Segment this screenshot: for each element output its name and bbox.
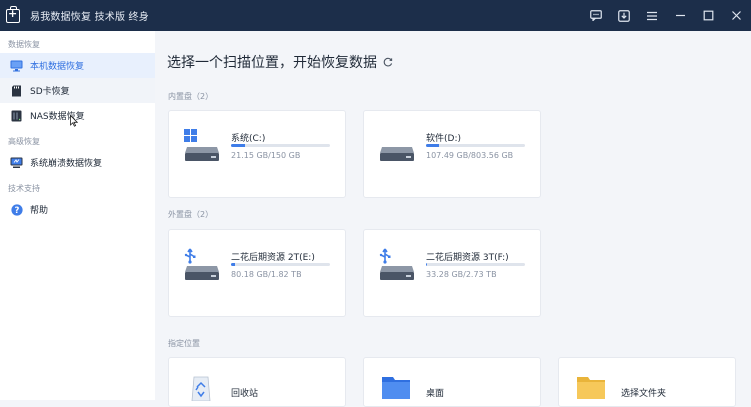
sidebar-item-sd-recovery[interactable]: SD卡恢复 [0,78,155,103]
desktop-folder-icon [382,377,410,399]
page-title-text: 选择一个扫描位置，开始恢复数据 [167,55,377,71]
drive-name: 软件(D:) [426,134,461,144]
usb-drive-icon [379,248,414,280]
drive-usage-bar [426,144,525,147]
drive-name: 二花后期资源 2T(E:) [231,253,315,263]
drive-usage-fill [426,263,428,266]
location-name: 选择文件夹 [621,389,667,399]
system-crash-icon [10,157,23,169]
drive-card-f[interactable]: 二花后期资源 3T(F:) 33.28 GB/2.73 TB [363,229,541,317]
sd-card-icon [10,85,23,97]
sidebar-item-label: 帮助 [30,206,49,216]
sidebar-item-help[interactable]: ? 帮助 [0,197,155,222]
drive-usage-bar [231,144,330,147]
sidebar-item-local-recovery[interactable]: 本机数据恢复 [0,53,155,78]
sidebar-item-label: 本机数据恢复 [30,62,85,72]
drive-usage-fill [426,144,440,147]
app-title: 易我数据恢复 技术版 终身 [30,12,149,23]
feedback-icon[interactable] [589,9,603,23]
section-title-advanced: 高级恢复 [8,137,40,146]
download-icon[interactable] [617,9,631,23]
section-title-data-recovery: 数据恢复 [8,40,40,49]
drive-usage-fill [231,144,245,147]
hard-drive-icon [380,147,414,161]
usb-drive-icon [184,248,219,280]
main-panel: 选择一个扫描位置，开始恢复数据 内置盘（2） 系统(C:) 21.15 GB/1… [155,31,751,407]
title-bar: 易我数据恢复 技术版 终身 [0,0,751,31]
menu-icon[interactable] [645,9,659,23]
monitor-icon [10,60,23,72]
app-logo-icon [6,5,20,23]
drive-size: 33.28 GB/2.73 TB [426,270,497,279]
sidebar-item-system-crash[interactable]: 系统崩溃数据恢复 [0,150,155,175]
location-name: 桌面 [426,389,445,399]
drive-usage-fill [231,263,236,266]
internal-drives-label: 内置盘（2） [168,92,214,101]
page-title: 选择一个扫描位置，开始恢复数据 [167,52,393,72]
drive-name: 二花后期资源 3T(F:) [426,253,509,263]
recycle-bin-icon [191,376,211,401]
locations-label: 指定位置 [168,339,200,348]
section-title-support: 技术支持 [8,184,40,193]
maximize-icon[interactable] [701,9,715,23]
drive-usage-bar [426,263,525,266]
drive-size: 21.15 GB/150 GB [231,151,301,160]
close-icon[interactable] [729,9,743,23]
drive-size: 80.18 GB/1.82 TB [231,270,302,279]
drive-card-c[interactable]: 系统(C:) 21.15 GB/150 GB [168,110,346,198]
svg-text:?: ? [14,206,19,216]
folder-icon [577,377,605,399]
mouse-cursor-icon [70,115,78,127]
sidebar-item-label: SD卡恢复 [30,87,70,97]
drive-usage-bar [231,263,330,266]
nas-icon [10,110,23,122]
drive-name: 系统(C:) [231,134,266,144]
help-icon: ? [10,203,23,216]
location-name: 回收站 [231,389,259,399]
drive-size: 107.49 GB/803.56 GB [426,151,514,160]
external-drives-label: 外置盘（2） [168,210,214,219]
drive-card-e[interactable]: 二花后期资源 2T(E:) 80.18 GB/1.82 TB [168,229,346,317]
sidebar: 数据恢复 本机数据恢复 SD卡恢复 NAS数据恢复 高级恢复 系统崩溃数据恢复 … [0,31,155,400]
window-controls [589,0,743,31]
windows-drive-icon [184,129,219,161]
minimize-icon[interactable] [673,9,687,23]
refresh-icon[interactable] [383,57,393,67]
drive-card-d[interactable]: 软件(D:) 107.49 GB/803.56 GB [363,110,541,198]
sidebar-item-label: 系统崩溃数据恢复 [30,159,103,169]
